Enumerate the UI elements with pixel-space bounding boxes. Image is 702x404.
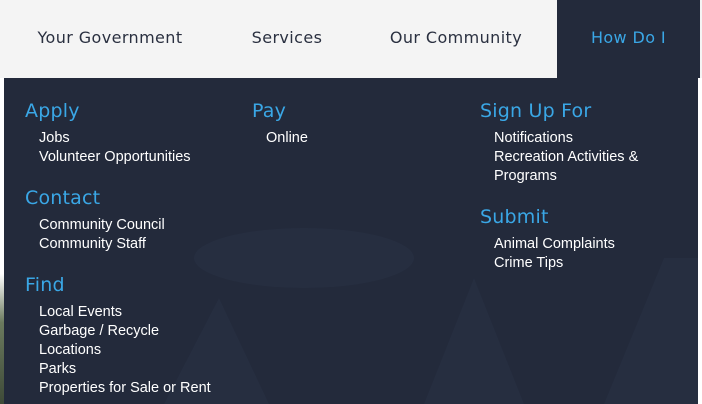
link-community-staff[interactable]: Community Staff bbox=[39, 235, 165, 254]
section-apply: Apply Jobs Volunteer Opportunities bbox=[25, 99, 191, 167]
section-title-find[interactable]: Find bbox=[25, 273, 211, 297]
link-online[interactable]: Online bbox=[266, 129, 308, 148]
section-find: Find Local Events Garbage / Recycle Loca… bbox=[25, 273, 211, 398]
section-title-contact[interactable]: Contact bbox=[25, 186, 165, 210]
submit-links: Animal Complaints Crime Tips bbox=[480, 235, 615, 273]
page: Your Government Services Our Community H… bbox=[0, 0, 702, 404]
link-crime-tips[interactable]: Crime Tips bbox=[494, 254, 615, 273]
link-recreation-activities-programs[interactable]: Recreation Activities & Programs bbox=[494, 148, 654, 186]
section-contact: Contact Community Council Community Staf… bbox=[25, 186, 165, 254]
link-community-council[interactable]: Community Council bbox=[39, 216, 165, 235]
link-properties-for-sale-or-rent[interactable]: Properties for Sale or Rent bbox=[39, 379, 211, 398]
section-title-pay[interactable]: Pay bbox=[252, 99, 308, 123]
link-jobs[interactable]: Jobs bbox=[39, 129, 191, 148]
link-local-events[interactable]: Local Events bbox=[39, 303, 211, 322]
link-parks[interactable]: Parks bbox=[39, 360, 211, 379]
section-sign-up-for: Sign Up For Notifications Recreation Act… bbox=[480, 99, 654, 186]
section-title-sign-up-for[interactable]: Sign Up For bbox=[480, 99, 654, 123]
link-notifications[interactable]: Notifications bbox=[494, 129, 654, 148]
background-edge-right bbox=[698, 78, 702, 404]
link-garbage-recycle[interactable]: Garbage / Recycle bbox=[39, 322, 211, 341]
section-title-apply[interactable]: Apply bbox=[25, 99, 191, 123]
nav-our-community[interactable]: Our Community bbox=[376, 0, 536, 78]
pay-links: Online bbox=[252, 129, 308, 148]
nav-your-government[interactable]: Your Government bbox=[22, 0, 198, 78]
nav-how-do-i[interactable]: How Do I bbox=[557, 0, 700, 78]
main-navigation: Your Government Services Our Community H… bbox=[0, 0, 702, 78]
nav-services[interactable]: Services bbox=[238, 0, 336, 78]
section-submit: Submit Animal Complaints Crime Tips bbox=[480, 205, 615, 273]
contact-links: Community Council Community Staff bbox=[25, 216, 165, 254]
section-pay: Pay Online bbox=[252, 99, 308, 148]
link-locations[interactable]: Locations bbox=[39, 341, 211, 360]
sign-up-links: Notifications Recreation Activities & Pr… bbox=[480, 129, 654, 186]
link-volunteer-opportunities[interactable]: Volunteer Opportunities bbox=[39, 148, 191, 167]
section-title-submit[interactable]: Submit bbox=[480, 205, 615, 229]
link-animal-complaints[interactable]: Animal Complaints bbox=[494, 235, 615, 254]
how-do-i-dropdown-panel: Apply Jobs Volunteer Opportunities Conta… bbox=[4, 78, 698, 404]
find-links: Local Events Garbage / Recycle Locations… bbox=[25, 303, 211, 398]
apply-links: Jobs Volunteer Opportunities bbox=[25, 129, 191, 167]
